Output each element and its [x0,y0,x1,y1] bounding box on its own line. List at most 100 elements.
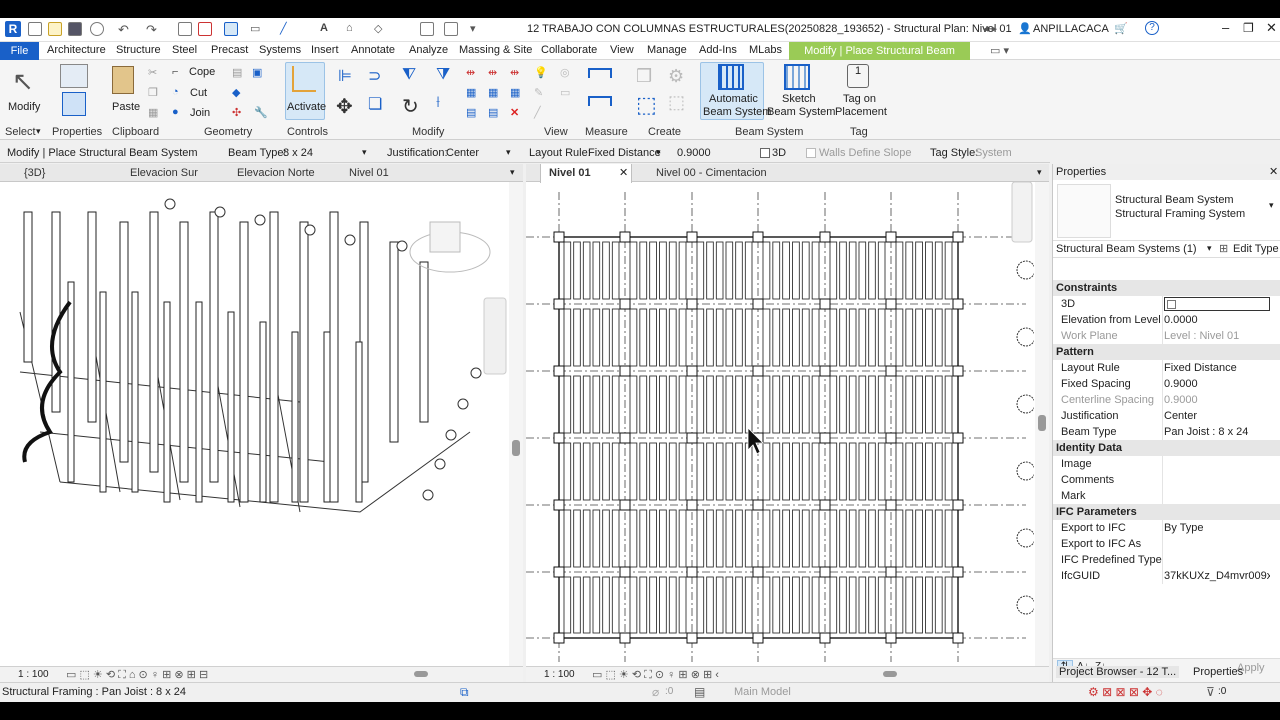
app-logo-icon[interactable]: R [5,21,21,37]
cut-geometry-icon[interactable]: ◔ [172,86,188,100]
close-icon[interactable]: ✕ [1266,20,1277,36]
properties-close-icon[interactable]: ✕ [1269,165,1278,178]
copy-icon[interactable]: ❏ [368,94,384,113]
create-group-icon[interactable]: ⬚ [636,92,657,117]
measure-icon[interactable] [198,22,214,36]
section-ifc-parameters[interactable]: IFC Parameters [1053,504,1280,520]
cut-button[interactable]: Cut [190,87,207,99]
walls-define-slope-checkbox[interactable] [806,148,816,158]
view-plan-nivel-01[interactable]: Nivel 01 ✕ Nivel 00 - Cimentacion ▾ 1 : … [526,164,1049,682]
tag-icon[interactable]: ▭ [250,22,266,36]
tab-elevacion-sur[interactable]: Elevacion Sur [130,167,198,179]
unpin-icon[interactable]: ⇹ [510,66,526,80]
mirror-draw-icon[interactable]: ⧩ [436,66,452,83]
join-button[interactable]: Join [190,107,210,119]
create-assembly-icon[interactable]: ⚙ [668,66,684,86]
3d-view-icon[interactable]: ⌂ [346,22,362,36]
row-layout-rule[interactable]: Layout Rule Fixed Distance [1053,360,1280,376]
automatic-beam-system-label-1[interactable]: Automatic [709,93,758,105]
right-tabs-dropdown-icon[interactable]: ▾ [1037,167,1042,178]
beam-type-select[interactable]: 8 x 24 [283,147,313,159]
minimize-icon[interactable]: – [1222,20,1229,35]
detail-level-icon[interactable]: ▭ ⬚ ☀ ⟲ ⛶ ⌂ ⊙ ♀ ⊞ ⊗ ⊞ ⊟ [66,668,208,682]
three-d-label[interactable]: 3D [772,147,786,159]
linework-icon[interactable]: ╱ [534,106,550,120]
tag-on-placement-label-2[interactable]: Placement [835,106,887,118]
select-dropdown-icon[interactable]: ▾ [36,126,41,137]
tag-on-placement-icon[interactable]: 1 [847,64,869,88]
match-properties-icon[interactable]: ▦ [148,106,164,120]
tab-file[interactable]: File [0,42,39,60]
right-horizontal-scrollbar[interactable] [883,671,897,677]
tab-collaborate[interactable]: Collaborate [541,44,597,56]
view-3d[interactable]: {3D} Elevacion Sur Elevacion Norte Nivel… [0,164,523,682]
instance-selector[interactable]: Structural Beam Systems (1) ▾ ⊞ Edit Typ… [1053,240,1280,258]
left-horizontal-scrollbar[interactable] [414,671,428,677]
tab-add-ins[interactable]: Add-Ins [699,44,737,56]
cope-icon[interactable]: ⌐ [172,66,188,80]
tab-manage[interactable]: Manage [647,44,687,56]
tab-systems[interactable]: Systems [259,44,301,56]
tab-close-icon[interactable]: ✕ [619,166,628,179]
status-network-icon[interactable]: ⧉ [460,685,469,700]
tabs-dropdown-icon[interactable]: ▾ [510,167,515,178]
spacing-input[interactable]: 0.9000 [677,147,711,159]
tab-annotate[interactable]: Annotate [351,44,395,56]
row-mark[interactable]: Mark [1053,488,1280,504]
search-arrows-icon[interactable]: ◂ ▸ [983,22,997,35]
layout-rule-dropdown-icon[interactable]: ▾ [656,147,661,158]
mirror-axis-icon[interactable]: ⧨ [402,66,418,83]
save-icon[interactable] [68,22,84,36]
undo-icon[interactable]: ↶ [118,22,134,37]
create-parts-icon[interactable]: ⬚ [668,92,685,112]
split-icon[interactable]: ⇹ [466,66,482,80]
tab-structure[interactable]: Structure [116,44,161,56]
row-ifc-predefined[interactable]: IFC Predefined Type [1053,552,1280,568]
filter-view-icon[interactable]: ▭ [560,86,576,100]
tab-massing[interactable]: Massing & Site [459,44,532,56]
scale-icon[interactable]: ▦ [488,86,504,100]
trim-extend-icon[interactable]: ▤ [466,106,482,120]
array-icon[interactable]: ▦ [466,86,482,100]
detail-line-icon[interactable]: ╱ [280,22,296,36]
type-selector-icon[interactable] [62,92,86,116]
layout-rule-select[interactable]: Fixed Distance [588,147,661,159]
type-dropdown-icon[interactable]: ▾ [1269,200,1274,211]
cart-icon[interactable]: 🛒 [1114,22,1128,35]
pin-icon[interactable]: ▦ [510,86,526,100]
row-justification[interactable]: Justification Center [1053,408,1280,424]
tab-steel[interactable]: Steel [172,44,197,56]
tab-elevacion-norte[interactable]: Elevacion Norte [237,167,315,179]
modify-button[interactable]: Modify [8,101,40,113]
row-fixed-spacing[interactable]: Fixed Spacing 0.9000 [1053,376,1280,392]
sketch-beam-system-label-2[interactable]: Beam System [767,106,835,118]
left-view-scrollbar[interactable] [509,182,523,666]
row-image[interactable]: Image [1053,456,1280,472]
pick-icon[interactable]: 🔧 [254,106,270,120]
rotate-icon[interactable]: ↻ [402,94,419,118]
paste-icon[interactable] [112,66,134,94]
three-d-checkbox[interactable] [760,148,770,158]
sync-icon[interactable] [90,22,106,36]
plan-canvas[interactable] [526,182,1034,666]
active-model-select[interactable]: Main Model [734,686,791,698]
wall-joins-icon[interactable]: ▤ [232,66,248,80]
right-view-scale[interactable]: 1 : 100 [544,669,575,680]
selection-options-icon[interactable]: ⚙ ⊠ ⊠ ⊠ ✥ ◌ [1088,685,1163,699]
filter-icon[interactable]: ⊽ [1206,685,1215,699]
paste-button[interactable]: Paste [112,101,140,113]
instance-selector-label[interactable]: Structural Beam Systems (1) [1056,243,1197,255]
copy-clip-icon[interactable]: ❐ [148,86,164,100]
restore-icon[interactable]: ❐ [1243,21,1254,35]
redo-icon[interactable]: ↷ [146,22,162,37]
edit-type-icon[interactable]: ⊞ [1219,242,1228,255]
activate-icon[interactable] [292,66,316,92]
row-comments[interactable]: Comments [1053,472,1280,488]
tab-insert[interactable]: Insert [311,44,339,56]
justification-dropdown-icon[interactable]: ▾ [506,147,511,158]
ribbon-toggle-icon[interactable]: ▭ ▾ [990,44,1009,57]
row-export-ifc-as[interactable]: Export to IFC As [1053,536,1280,552]
trim-icon[interactable]: ⟊ [436,94,452,111]
demolish-icon[interactable]: ✣ [232,106,248,120]
activate-button[interactable]: Activate [287,101,326,113]
